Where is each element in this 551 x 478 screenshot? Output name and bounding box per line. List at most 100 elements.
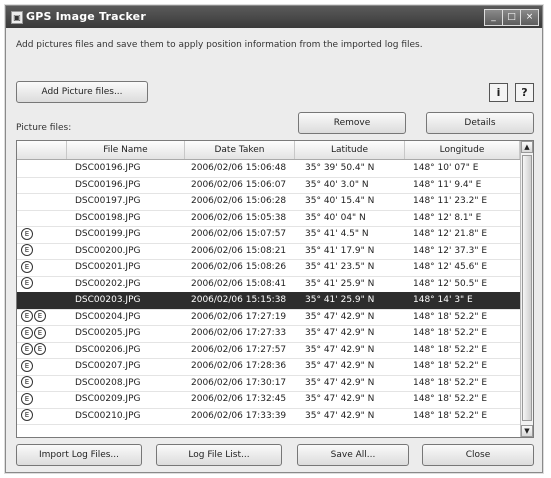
longitude-cell: 148° 11' 9.4" E: [413, 179, 482, 190]
close-button[interactable]: Close: [422, 444, 534, 466]
date-taken-cell: 2006/02/06 15:06:07: [191, 179, 287, 190]
row-status: E: [21, 243, 34, 259]
header-latitude[interactable]: Latitude: [295, 141, 405, 159]
status-icon: E: [21, 376, 33, 388]
table-row[interactable]: DSC00196.JPG 2006/02/06 15:06:48 35° 39' 5…: [17, 160, 520, 178]
file-name-cell: DSC00209.JPG: [75, 394, 141, 404]
latitude-cell: 35° 40' 3.0" N: [305, 179, 369, 190]
table-row[interactable]: DSC00197.JPG 2006/02/06 15:06:28 35° 40' 1…: [17, 193, 520, 211]
date-taken-cell: 2006/02/06 17:27:57: [191, 344, 287, 355]
file-name-cell: DSC00210.JPG: [75, 410, 141, 421]
date-taken-cell: 2006/02/06 15:08:41: [191, 278, 287, 289]
header-longitude[interactable]: Longitude: [405, 141, 520, 159]
longitude-cell: 148° 18' 52.2" E: [413, 410, 488, 421]
row-status: E: [21, 259, 34, 275]
date-taken-cell: 2006/02/06 15:06:28: [191, 196, 287, 206]
row-status: E: [21, 276, 34, 292]
table-row[interactable]: E DSC00201.JPG 2006/02/06 15:08:26 35° 41' …: [17, 259, 520, 277]
close-window-button[interactable]: ×: [520, 9, 539, 26]
table-row[interactable]: E DSC00209.JPG 2006/02/06 17:32:45 35° 47' …: [17, 391, 520, 409]
longitude-cell: 148° 18' 52.2" E: [413, 344, 488, 355]
header-status[interactable]: [17, 141, 67, 159]
row-status: E: [21, 408, 34, 424]
longitude-cell: 148° 14' 3" E: [413, 295, 473, 305]
longitude-cell: 148° 12' 45.6" E: [413, 262, 488, 272]
maximize-button[interactable]: □: [502, 9, 521, 26]
table-row[interactable]: E DSC00202.JPG 2006/02/06 15:08:41 35° 41' …: [17, 276, 520, 293]
longitude-cell: 148° 18' 52.2" E: [413, 361, 488, 371]
save-all-button[interactable]: Save All...: [297, 444, 409, 466]
date-taken-cell: 2006/02/06 15:06:48: [191, 163, 287, 173]
file-name-cell: DSC00197.JPG: [75, 196, 141, 206]
longitude-cell: 148° 12' 37.3" E: [413, 245, 488, 256]
picture-file-list[interactable]: File Name Date Taken Latitude Longitude …: [16, 140, 534, 438]
longitude-cell: 148° 18' 52.2" E: [413, 328, 488, 338]
file-name-cell: DSC00203.JPG: [75, 295, 141, 305]
longitude-cell: 148° 12' 8.1" E: [413, 212, 482, 223]
status-icon: E: [21, 343, 33, 355]
minimize-button[interactable]: _: [484, 9, 503, 26]
date-taken-cell: 2006/02/06 17:30:17: [191, 377, 287, 388]
date-taken-cell: 2006/02/06 15:08:26: [191, 262, 287, 272]
import-log-files-button[interactable]: Import Log Files...: [16, 444, 142, 466]
latitude-cell: 35° 40' 15.4" N: [305, 196, 375, 206]
scroll-up-arrow-icon[interactable]: ▲: [521, 141, 533, 153]
file-name-cell: DSC00196.JPG: [75, 163, 141, 173]
info-icon[interactable]: i: [489, 83, 508, 102]
table-row[interactable]: E E DSC00205.JPG 2006/02/06 17:27:33 35° 47'…: [17, 325, 520, 343]
file-name-cell: DSC00201.JPG: [75, 262, 141, 272]
status-icon: E: [21, 277, 33, 289]
file-name-cell: DSC00204.JPG: [75, 311, 141, 322]
table-row[interactable]: DSC00203.JPG 2006/02/06 15:15:38 35° 41' 2…: [17, 292, 520, 310]
file-name-cell: DSC00198.JPG: [75, 212, 141, 223]
latitude-cell: 35° 41' 25.9" N: [305, 295, 375, 305]
longitude-cell: 148° 11' 23.2" E: [413, 196, 488, 206]
file-name-cell: DSC00199.JPG: [75, 229, 141, 239]
table-row[interactable]: E DSC00210.JPG 2006/02/06 17:33:39 35° 47' …: [17, 408, 520, 425]
latitude-cell: 35° 41' 4.5" N: [305, 229, 369, 239]
remove-button[interactable]: Remove: [298, 112, 406, 134]
status-icon: E: [21, 260, 33, 273]
table-row[interactable]: DSC00198.JPG 2006/02/06 15:05:38 35° 40' 0…: [17, 210, 520, 227]
header-date-taken[interactable]: Date Taken: [185, 141, 295, 159]
window-title: GPS Image Tracker: [26, 10, 146, 23]
longitude-cell: 148° 18' 52.2" E: [413, 311, 488, 322]
scroll-down-arrow-icon[interactable]: ▼: [521, 425, 533, 437]
latitude-cell: 35° 47' 42.9" N: [305, 328, 375, 338]
status-icon: E: [21, 310, 33, 322]
header-file-name[interactable]: File Name: [67, 141, 185, 159]
date-taken-cell: 2006/02/06 17:33:39: [191, 410, 287, 421]
latitude-cell: 35° 41' 23.5" N: [305, 262, 375, 272]
date-taken-cell: 2006/02/06 15:07:57: [191, 229, 287, 239]
table-row[interactable]: E E DSC00206.JPG 2006/02/06 17:27:57 35° 47'…: [17, 342, 520, 359]
add-picture-files-button[interactable]: Add Picture files...: [16, 81, 148, 103]
table-row[interactable]: E DSC00208.JPG 2006/02/06 17:30:17 35° 47' …: [17, 375, 520, 392]
latitude-cell: 35° 47' 42.9" N: [305, 361, 375, 371]
status-icon: E: [21, 392, 33, 405]
latitude-cell: 35° 39' 50.4" N: [305, 163, 375, 173]
details-button[interactable]: Details: [426, 112, 534, 134]
status-icon: E: [21, 326, 33, 339]
file-name-cell: DSC00205.JPG: [75, 328, 141, 338]
description-text: Add pictures files and save them to appl…: [16, 40, 423, 50]
status-icon: E: [34, 343, 46, 355]
latitude-cell: 35° 47' 42.9" N: [305, 377, 375, 388]
scroll-thumb[interactable]: [522, 155, 532, 421]
help-icon[interactable]: ?: [515, 83, 534, 102]
vertical-scrollbar[interactable]: ▲ ▼: [520, 141, 533, 437]
table-row[interactable]: E DSC00199.JPG 2006/02/06 15:07:57 35° 41' …: [17, 226, 520, 244]
title-bar[interactable]: ▣ GPS Image Tracker _ □ ×: [6, 6, 542, 28]
latitude-cell: 35° 40' 04" N: [305, 212, 366, 223]
log-file-list-button[interactable]: Log File List...: [156, 444, 282, 466]
file-name-cell: DSC00200.JPG: [75, 245, 141, 256]
table-row[interactable]: E E DSC00204.JPG 2006/02/06 17:27:19 35° 47'…: [17, 309, 520, 326]
table-row[interactable]: E DSC00207.JPG 2006/02/06 17:28:36 35° 47' …: [17, 358, 520, 376]
status-icon: E: [21, 227, 33, 240]
table-row[interactable]: DSC00196.JPG 2006/02/06 15:06:07 35° 40' 3…: [17, 177, 520, 194]
table-row[interactable]: E DSC00200.JPG 2006/02/06 15:08:21 35° 41' …: [17, 243, 520, 260]
latitude-cell: 35° 41' 25.9" N: [305, 278, 375, 289]
file-name-cell: DSC00207.JPG: [75, 361, 141, 371]
date-taken-cell: 2006/02/06 17:32:45: [191, 394, 287, 404]
longitude-cell: 148° 18' 52.2" E: [413, 394, 488, 404]
file-name-cell: DSC00202.JPG: [75, 278, 141, 289]
